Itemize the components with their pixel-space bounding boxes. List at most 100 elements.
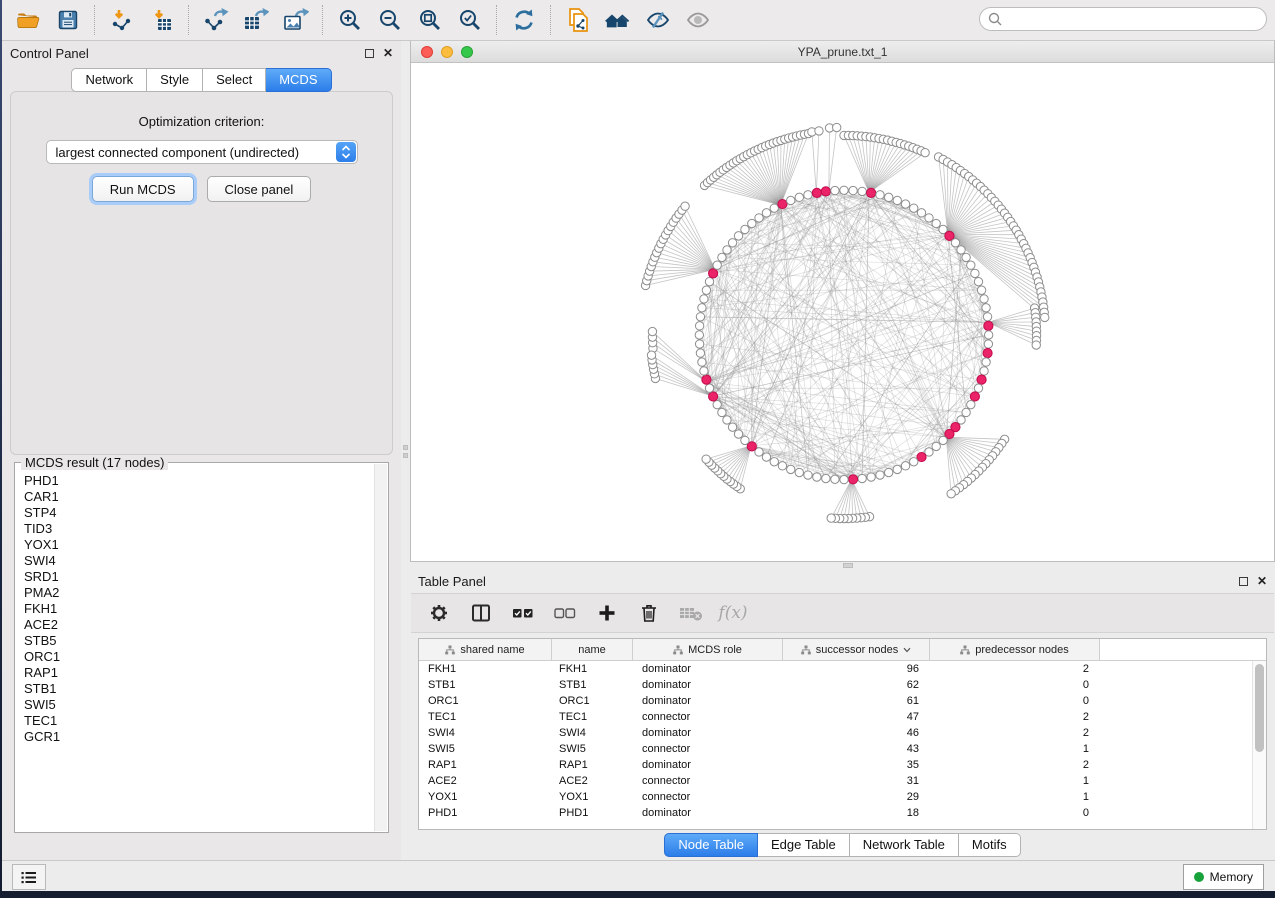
list-item[interactable]: PMA2 — [24, 585, 374, 601]
table-row[interactable]: SWI4SWI4dominator462 — [419, 725, 1266, 741]
network-graph[interactable] — [411, 63, 1274, 561]
graph-leaf-node[interactable] — [702, 455, 710, 463]
graph-node[interactable] — [698, 304, 706, 312]
graph-node[interactable] — [723, 416, 731, 424]
table-row[interactable]: PHD1PHD1dominator180 — [419, 805, 1266, 821]
import-table-icon[interactable] — [149, 7, 175, 33]
graph-node[interactable] — [925, 214, 933, 222]
splitter-grip[interactable] — [843, 563, 853, 568]
show-column-panel-icon[interactable] — [469, 601, 493, 625]
graph-node[interactable] — [762, 209, 770, 217]
zoom-out-icon[interactable] — [377, 7, 403, 33]
open-file-icon[interactable] — [15, 7, 41, 33]
close-panel-icon[interactable]: ✕ — [383, 49, 393, 58]
graph-leaf-node[interactable] — [1032, 341, 1040, 349]
graph-mcds-node[interactable] — [867, 188, 876, 197]
graph-mcds-node[interactable] — [778, 199, 787, 208]
graph-mcds-node[interactable] — [709, 269, 718, 278]
graph-mcds-node[interactable] — [702, 375, 711, 384]
graph-node[interactable] — [778, 462, 786, 470]
search-input[interactable] — [1007, 11, 1258, 27]
graph-node[interactable] — [840, 186, 848, 194]
graph-node[interactable] — [695, 340, 703, 348]
graph-leaf-node[interactable] — [827, 514, 835, 522]
table-row[interactable]: FKH1FKH1dominator962 — [419, 661, 1266, 677]
list-item[interactable]: CAR1 — [24, 489, 374, 505]
list-item[interactable]: GCR1 — [24, 729, 374, 745]
tab-network-table[interactable]: Network Table — [850, 833, 959, 857]
zoom-selected-icon[interactable] — [457, 7, 483, 33]
graph-node[interactable] — [849, 186, 857, 194]
graph-node[interactable] — [980, 295, 988, 303]
graph-node[interactable] — [932, 219, 940, 227]
list-item[interactable]: YOX1 — [24, 537, 374, 553]
column-header-shared-name[interactable]: shared name — [419, 639, 552, 660]
zoom-fit-icon[interactable] — [417, 7, 443, 33]
graph-node[interactable] — [723, 246, 731, 254]
tab-motifs[interactable]: Motifs — [959, 833, 1021, 857]
graph-node[interactable] — [728, 239, 736, 247]
graph-node[interactable] — [713, 261, 721, 269]
graph-node[interactable] — [695, 331, 703, 339]
graph-node[interactable] — [840, 475, 848, 483]
graph-node[interactable] — [696, 349, 704, 357]
graph-node[interactable] — [957, 246, 965, 254]
close-panel-icon[interactable]: ✕ — [1257, 577, 1267, 586]
refresh-icon[interactable] — [511, 7, 537, 33]
list-item[interactable]: SWI4 — [24, 553, 374, 569]
graph-node[interactable] — [939, 436, 947, 444]
graph-node[interactable] — [702, 286, 710, 294]
delete-column-trash-icon[interactable] — [637, 601, 661, 625]
list-item[interactable]: FKH1 — [24, 601, 374, 617]
graph-leaf-node[interactable] — [833, 123, 841, 131]
first-neighbors-icon[interactable] — [605, 7, 631, 33]
graph-node[interactable] — [741, 436, 749, 444]
tab-mcds[interactable]: MCDS — [266, 68, 331, 92]
function-builder-icon[interactable]: f(x) — [721, 601, 745, 625]
graph-node[interactable] — [787, 465, 795, 473]
graph-node[interactable] — [831, 186, 839, 194]
tab-edge-table[interactable]: Edge Table — [758, 833, 850, 857]
run-mcds-button[interactable]: Run MCDS — [92, 176, 194, 202]
graph-node[interactable] — [762, 453, 770, 461]
graph-mcds-node[interactable] — [812, 188, 821, 197]
graph-leaf-node[interactable] — [815, 127, 823, 135]
graph-node[interactable] — [795, 193, 803, 201]
graph-node[interactable] — [951, 239, 959, 247]
table-row[interactable]: STB1STB1dominator620 — [419, 677, 1266, 693]
memory-button[interactable]: Memory — [1183, 864, 1264, 890]
graph-node[interactable] — [734, 232, 742, 240]
graph-node[interactable] — [741, 225, 749, 233]
graph-node[interactable] — [867, 473, 875, 481]
graph-node[interactable] — [982, 358, 990, 366]
graph-mcds-node[interactable] — [984, 321, 993, 330]
float-panel-icon[interactable] — [365, 49, 374, 58]
graph-node[interactable] — [705, 384, 713, 392]
deselect-all-icon[interactable] — [553, 601, 577, 625]
tab-network[interactable]: Network — [71, 68, 147, 92]
graph-node[interactable] — [876, 191, 884, 199]
graph-node[interactable] — [804, 471, 812, 479]
graph-leaf-node[interactable] — [647, 351, 655, 359]
graph-node[interactable] — [967, 400, 975, 408]
tab-node-table[interactable]: Node Table — [664, 833, 758, 857]
graph-node[interactable] — [962, 253, 970, 261]
graph-node[interactable] — [910, 204, 918, 212]
graph-node[interactable] — [901, 200, 909, 208]
graph-node[interactable] — [804, 191, 812, 199]
graph-leaf-node[interactable] — [681, 202, 689, 210]
list-item[interactable]: RAP1 — [24, 665, 374, 681]
graph-node[interactable] — [962, 408, 970, 416]
list-item[interactable]: SWI5 — [24, 697, 374, 713]
graph-node[interactable] — [728, 423, 736, 431]
graph-node[interactable] — [700, 367, 708, 375]
column-header-name[interactable]: name — [552, 639, 633, 660]
graph-node[interactable] — [917, 209, 925, 217]
tab-style[interactable]: Style — [147, 68, 203, 92]
graph-node[interactable] — [977, 286, 985, 294]
zoom-in-icon[interactable] — [337, 7, 363, 33]
graph-mcds-node[interactable] — [917, 452, 926, 461]
list-item[interactable]: ACE2 — [24, 617, 374, 633]
import-network-icon[interactable] — [109, 7, 135, 33]
graph-mcds-node[interactable] — [977, 375, 986, 384]
